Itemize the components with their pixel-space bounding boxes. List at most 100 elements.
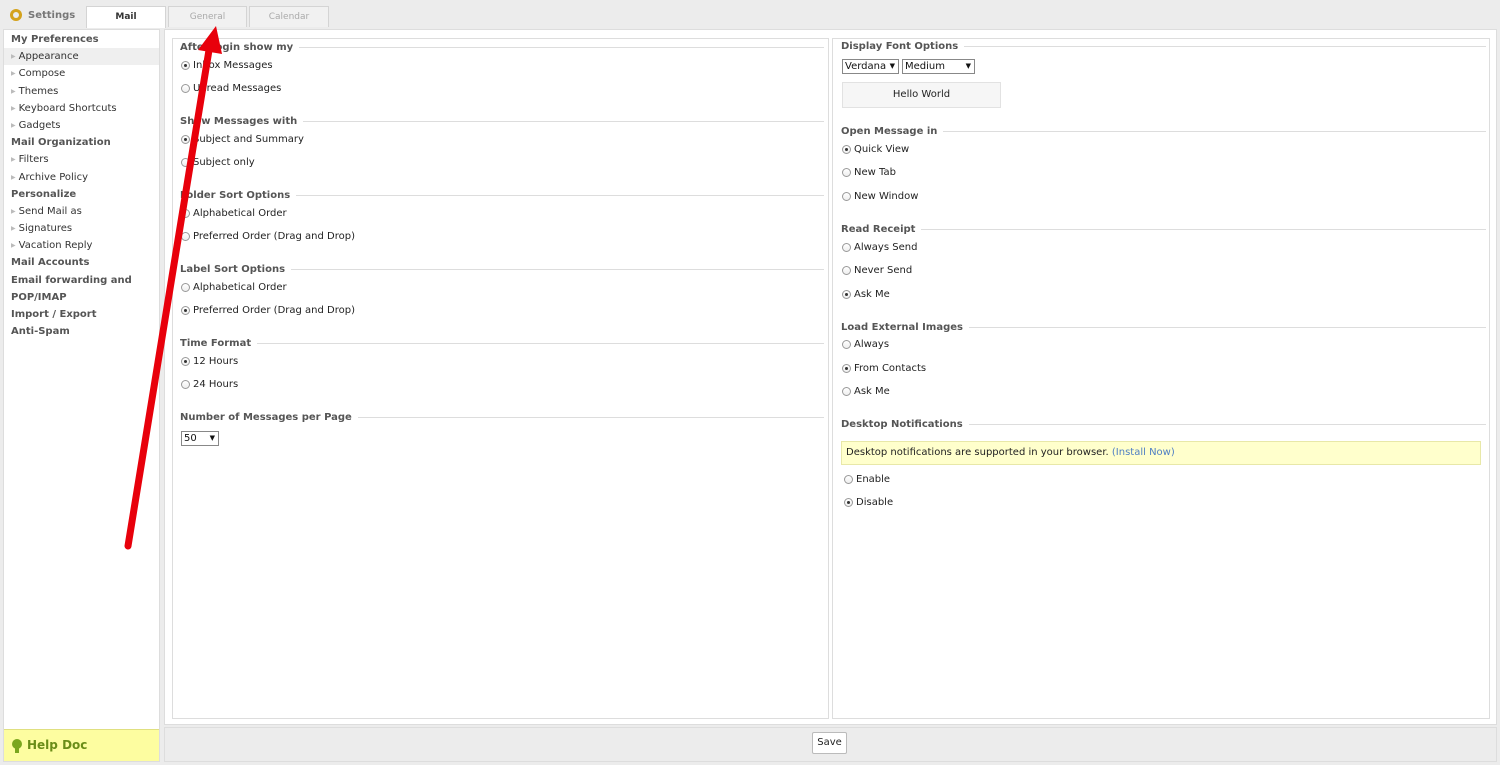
radio-button[interactable] [842, 145, 851, 154]
radio-button[interactable] [842, 266, 851, 275]
radio-24-hours[interactable]: 24 Hours [181, 379, 238, 390]
sidebar-item-archive-policy[interactable]: ▶ Archive Policy [4, 169, 159, 186]
option-label: Always Send [854, 242, 918, 253]
sidebar-heading-my-preferences[interactable]: My Preferences [4, 31, 159, 48]
radio-folder-preferred[interactable]: Preferred Order (Drag and Drop) [181, 231, 355, 242]
tab-general[interactable]: General [168, 6, 247, 27]
font-preview: Hello World [842, 82, 1001, 108]
sidebar-heading-anti-spam[interactable]: Anti-Spam [4, 323, 159, 340]
radio-never-send[interactable]: Never Send [842, 265, 912, 276]
arrow-right-icon: ▶ [11, 242, 16, 250]
radio-button[interactable] [181, 380, 190, 389]
option-label: Enable [856, 474, 891, 485]
select-value: Medium [905, 61, 945, 72]
radio-new-tab[interactable]: New Tab [842, 167, 896, 178]
radio-button[interactable] [181, 357, 190, 366]
radio-button[interactable] [842, 290, 851, 299]
radio-always-send[interactable]: Always Send [842, 242, 917, 253]
option-label: Never Send [854, 265, 913, 276]
radio-button[interactable] [181, 283, 190, 292]
sidebar-heading-mail-organization[interactable]: Mail Organization [4, 134, 159, 151]
help-doc-link[interactable]: Help Doc [4, 729, 159, 761]
external-images-legend: Load External Images [841, 322, 1486, 333]
radio-button[interactable] [842, 340, 851, 349]
sidebar-item-themes[interactable]: ▶ Themes [4, 83, 159, 100]
sidebar-heading-email-forwarding[interactable]: Email forwarding and [4, 272, 159, 289]
radio-label-preferred[interactable]: Preferred Order (Drag and Drop) [181, 305, 355, 316]
sidebar-heading-personalize[interactable]: Personalize [4, 186, 159, 203]
sidebar-item-label: Gadgets [18, 119, 61, 131]
desktop-notifications-legend: Desktop Notifications [841, 419, 1486, 430]
radio-receipt-ask-me[interactable]: Ask Me [842, 289, 890, 300]
sidebar-heading-pop-imap[interactable]: POP/IMAP [4, 289, 159, 306]
radio-button[interactable] [181, 158, 190, 167]
time-format-legend: Time Format [180, 338, 824, 349]
radio-disable-notifications[interactable]: Disable [844, 497, 893, 508]
sidebar-item-filters[interactable]: ▶ Filters [4, 151, 159, 168]
settings-title: Settings [10, 9, 75, 21]
radio-button[interactable] [181, 306, 190, 315]
radio-subject-and-summary[interactable]: Subject and Summary [181, 134, 304, 145]
radio-folder-alphabetical[interactable]: Alphabetical Order [181, 208, 287, 219]
option-label: New Window [854, 191, 919, 202]
caret-down-icon: ▼ [889, 62, 895, 70]
sidebar-item-vacation-reply[interactable]: ▶ Vacation Reply [4, 237, 159, 254]
radio-button[interactable] [181, 209, 190, 218]
sidebar-item-send-mail-as[interactable]: ▶ Send Mail as [4, 203, 159, 220]
sidebar-item-appearance[interactable]: ▶ Appearance [4, 48, 159, 66]
option-label: 12 Hours [193, 356, 239, 367]
sidebar-item-signatures[interactable]: ▶ Signatures [4, 220, 159, 237]
install-now-link[interactable]: (Install Now) [1112, 447, 1175, 458]
radio-button[interactable] [842, 168, 851, 177]
top-tab-bar: Settings Mail General Calendar [0, 0, 1500, 28]
sidebar-item-label: Send Mail as [18, 205, 82, 217]
radio-unread-messages[interactable]: Unread Messages [181, 83, 281, 94]
help-doc-label: Help Doc [27, 738, 88, 752]
radio-button[interactable] [842, 192, 851, 201]
sidebar-item-label: Signatures [18, 223, 73, 235]
radio-button[interactable] [842, 364, 851, 373]
radio-label-alphabetical[interactable]: Alphabetical Order [181, 282, 287, 293]
radio-button[interactable] [181, 61, 190, 70]
select-value: Verdana [845, 61, 887, 72]
font-family-select[interactable]: Verdana ▼ [842, 59, 899, 74]
font-size-select[interactable]: Medium ▼ [902, 59, 975, 74]
option-label: Ask Me [854, 386, 890, 397]
sidebar-item-label: Themes [18, 85, 59, 97]
option-label: Alphabetical Order [193, 208, 287, 219]
radio-subject-only[interactable]: Subject only [181, 157, 255, 168]
tab-calendar[interactable]: Calendar [249, 6, 329, 27]
radio-quick-view[interactable]: Quick View [842, 144, 909, 155]
radio-button[interactable] [181, 232, 190, 241]
option-label: Disable [856, 497, 894, 508]
left-settings-panel: After login show my Inbox Messages Unrea… [172, 38, 829, 719]
radio-button[interactable] [181, 84, 190, 93]
radio-button[interactable] [181, 135, 190, 144]
read-receipt-legend: Read Receipt [841, 224, 1486, 235]
radio-new-window[interactable]: New Window [842, 191, 918, 202]
radio-images-ask-me[interactable]: Ask Me [842, 386, 890, 397]
arrow-right-icon: ▶ [11, 70, 16, 78]
radio-images-always[interactable]: Always [842, 339, 889, 350]
radio-button[interactable] [844, 475, 853, 484]
main-content: After login show my Inbox Messages Unrea… [164, 29, 1497, 725]
radio-button[interactable] [842, 243, 851, 252]
sidebar-heading-import-export[interactable]: Import / Export [4, 306, 159, 323]
sidebar-item-keyboard-shortcuts[interactable]: ▶ Keyboard Shortcuts [4, 100, 159, 117]
radio-button[interactable] [842, 387, 851, 396]
sidebar-heading-mail-accounts[interactable]: Mail Accounts [4, 254, 159, 271]
arrow-right-icon: ▶ [11, 156, 16, 164]
sidebar-item-label: Archive Policy [18, 171, 88, 183]
tab-mail[interactable]: Mail [86, 6, 166, 28]
sidebar-item-gadgets[interactable]: ▶ Gadgets [4, 117, 159, 134]
radio-inbox-messages[interactable]: Inbox Messages [181, 60, 273, 71]
messages-per-page-select[interactable]: 50 ▼ [181, 431, 219, 446]
radio-button[interactable] [844, 498, 853, 507]
sidebar-item-compose[interactable]: ▶ Compose [4, 65, 159, 82]
save-button[interactable]: Save [812, 732, 847, 754]
option-label: Unread Messages [193, 83, 282, 94]
radio-12-hours[interactable]: 12 Hours [181, 356, 238, 367]
after-login-legend: After login show my [180, 42, 824, 53]
radio-enable-notifications[interactable]: Enable [844, 474, 890, 485]
radio-from-contacts[interactable]: From Contacts [842, 363, 926, 374]
